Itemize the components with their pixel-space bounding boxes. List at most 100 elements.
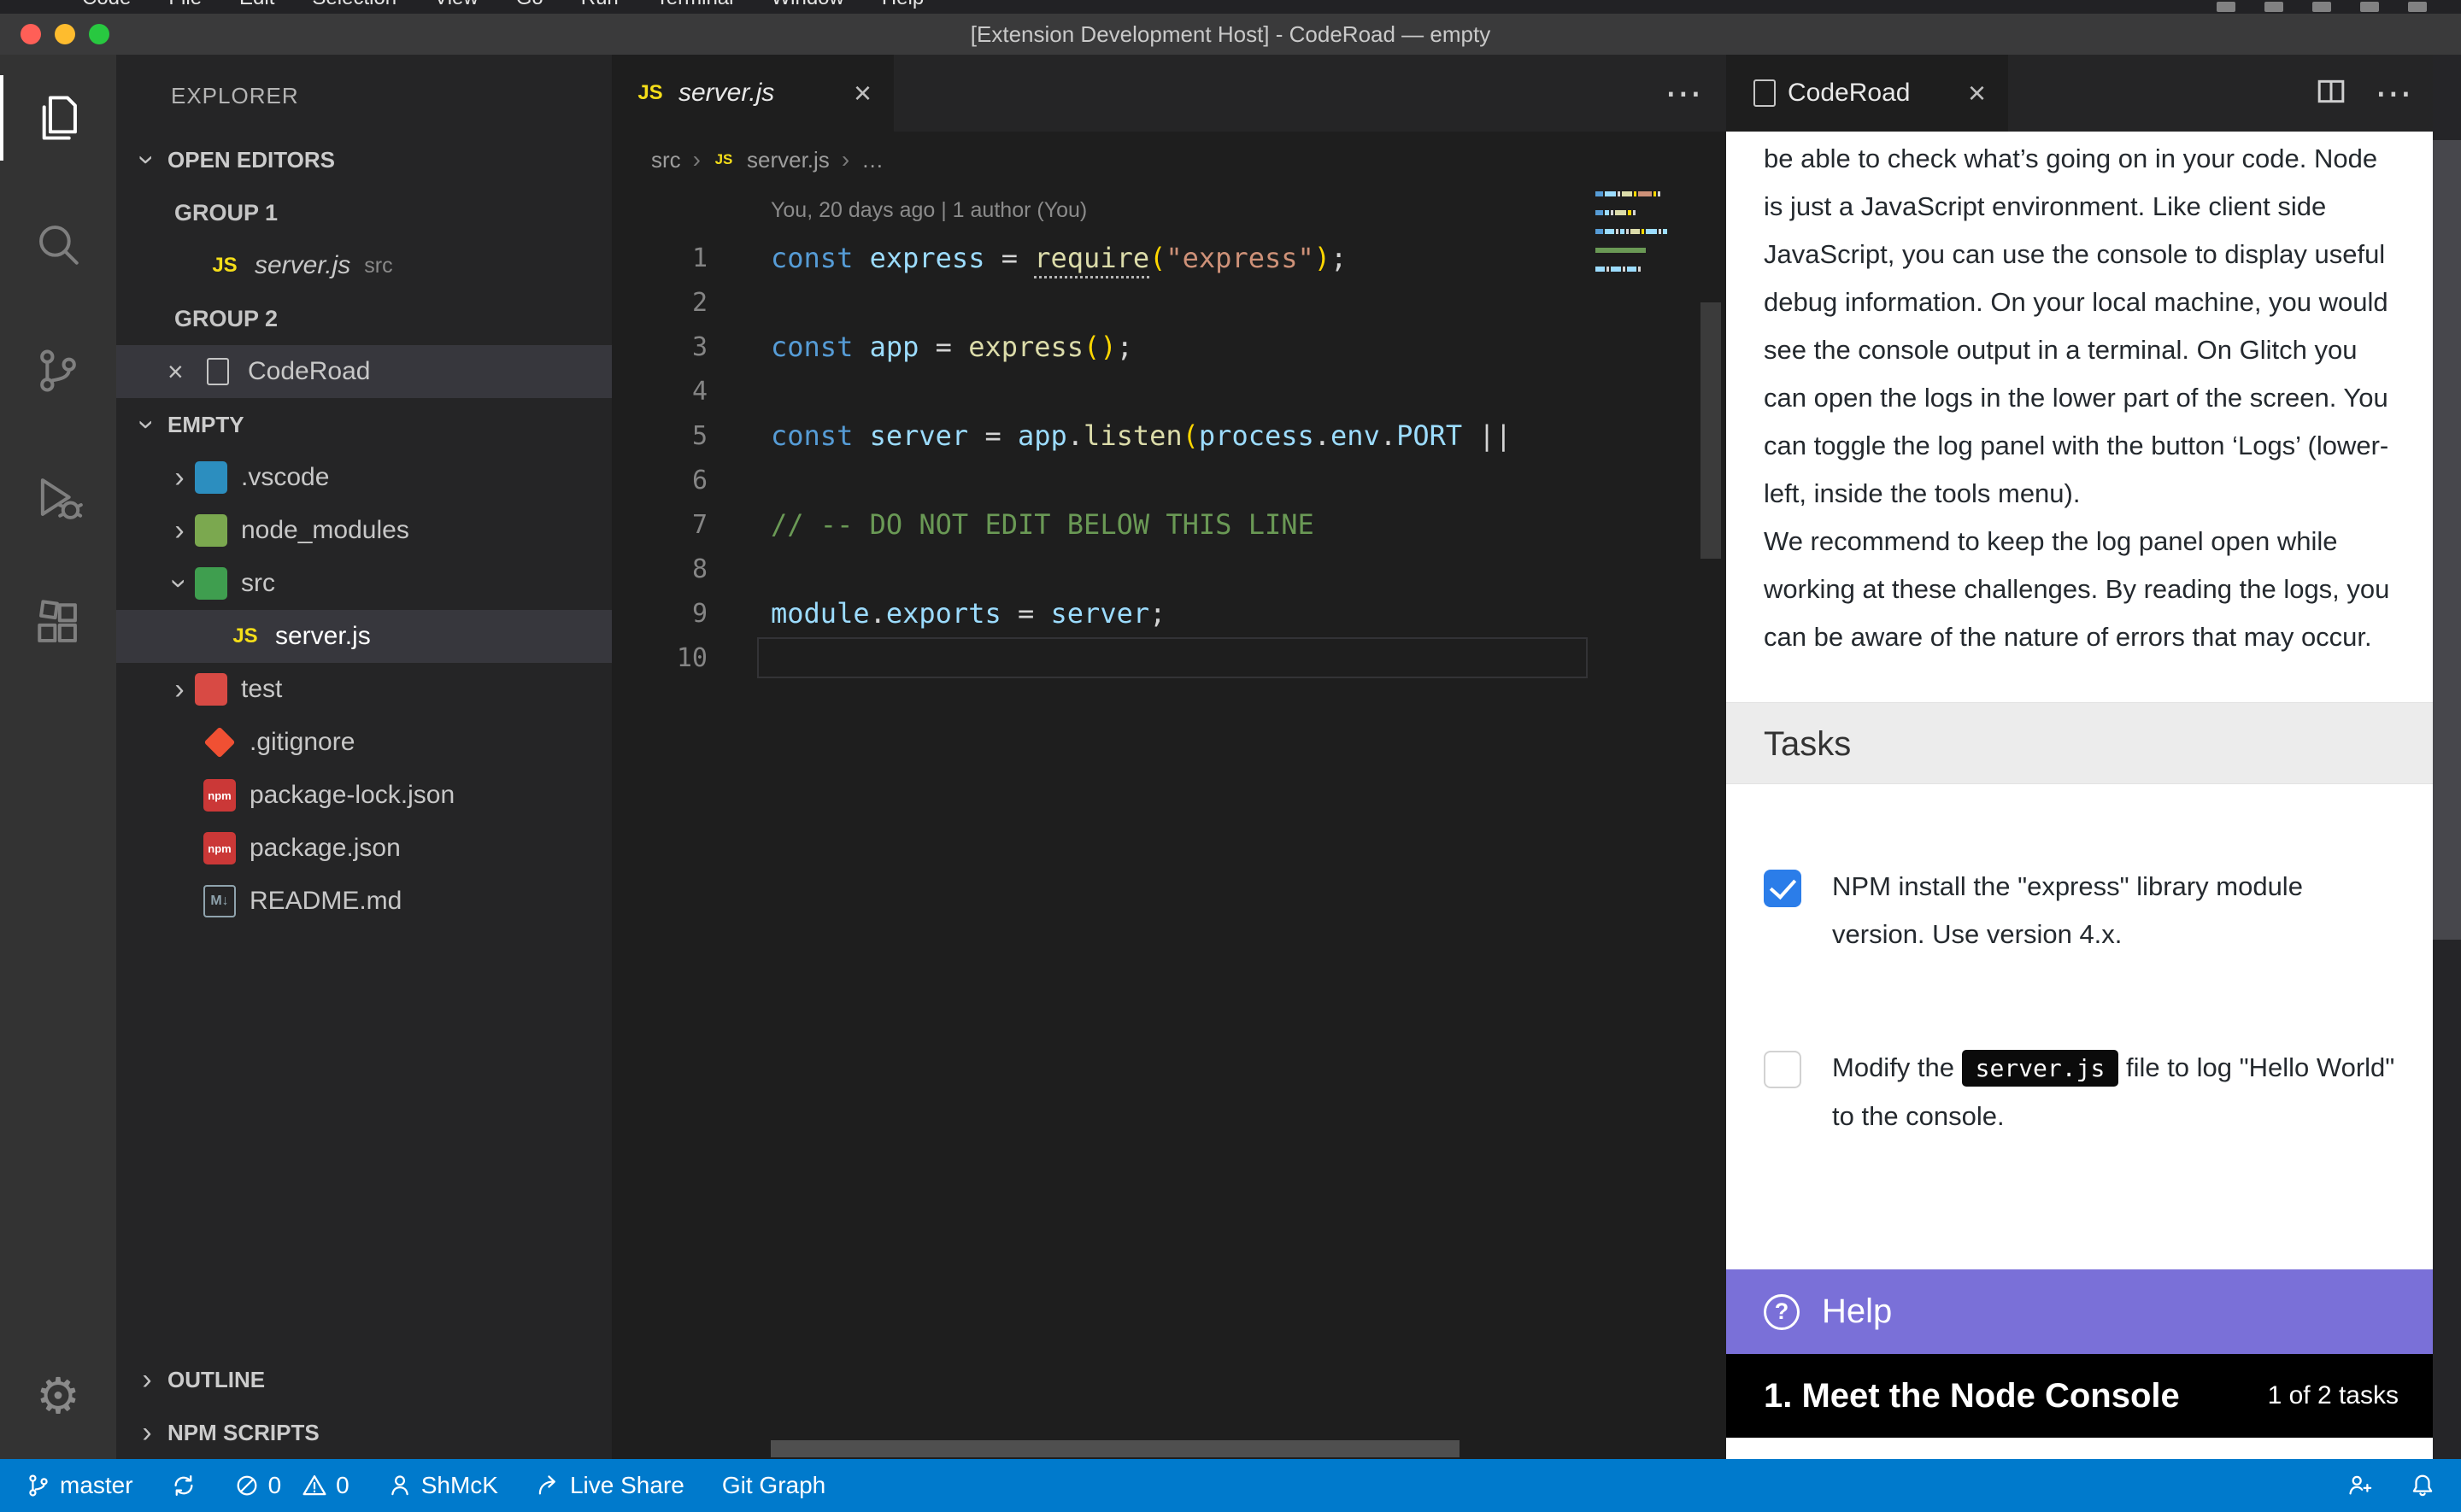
tree-item--vscode[interactable]: ›.vscode — [116, 451, 612, 504]
close-icon[interactable]: × — [167, 356, 202, 388]
open-editors-label: OPEN EDITORS — [167, 147, 335, 173]
breadcrumb-symbol[interactable]: … — [861, 147, 884, 173]
minimap-line — [1595, 238, 1667, 243]
panel-more-actions-icon[interactable]: ⋯ — [2375, 72, 2412, 115]
tab-label: server.js — [678, 79, 774, 108]
file-tree: ›.vscode›node_modules›srcserver.js›test.… — [116, 451, 612, 928]
editor-tab-bar: server.js × ⋯ — [612, 55, 1726, 132]
warnings-icon — [302, 1473, 327, 1498]
tree-item-readme-md[interactable]: README.md — [116, 875, 612, 928]
tree-item-server-js[interactable]: server.js — [116, 610, 612, 663]
code-line-4[interactable]: 4 — [612, 369, 1726, 413]
task-checkbox-checked[interactable] — [1764, 870, 1801, 907]
account-status[interactable]: ShMcK — [387, 1472, 498, 1499]
line-number: 4 — [612, 377, 708, 407]
open-editor-coderoad[interactable]: × CodeRoad — [116, 345, 612, 398]
tree-item--gitignore[interactable]: .gitignore — [116, 716, 612, 769]
tab-coderoad[interactable]: CodeRoad × — [1726, 55, 2008, 132]
minimap-line — [1595, 257, 1667, 262]
breadcrumb-separator-icon: › — [693, 146, 701, 173]
codelens-annotation[interactable]: You, 20 days ago | 1 author (You) — [771, 198, 1087, 223]
sync-status[interactable] — [171, 1473, 197, 1498]
git-branch-status[interactable]: master — [26, 1472, 133, 1499]
minimap[interactable] — [1590, 191, 1667, 285]
panel-scrollbar[interactable] — [2433, 55, 2461, 1459]
tree-item-test[interactable]: ›test — [116, 663, 612, 716]
status-icon — [2217, 2, 2235, 12]
file-name: src — [241, 569, 275, 598]
breadcrumb-folder[interactable]: src — [651, 147, 681, 173]
breadcrumb-file[interactable]: server.js — [747, 147, 830, 173]
close-window-button[interactable] — [21, 24, 41, 44]
minimap-line — [1595, 220, 1667, 225]
menu-go[interactable]: Go — [516, 0, 543, 14]
tree-item-src[interactable]: ›src — [116, 557, 612, 610]
code-line-8[interactable]: 8 — [612, 547, 1726, 591]
help-icon: ? — [1764, 1294, 1800, 1330]
outline-section-header[interactable]: › OUTLINE — [116, 1353, 612, 1406]
menu-help[interactable]: Help — [882, 0, 924, 14]
editor-more-actions-icon[interactable]: ⋯ — [1665, 55, 1702, 132]
code-editor[interactable]: You, 20 days ago | 1 author (You) 1const… — [612, 188, 1726, 1459]
menu-file[interactable]: File — [168, 0, 202, 14]
close-tab-icon[interactable]: × — [1942, 75, 1986, 111]
live-share-status[interactable]: Live Share — [536, 1472, 684, 1499]
tab-server-js[interactable]: server.js × — [612, 55, 894, 132]
task-checkbox-unchecked[interactable] — [1764, 1051, 1801, 1088]
code-line-5[interactable]: 5const server = app.listen(process.env.P… — [612, 413, 1726, 458]
notifications-bell-icon[interactable] — [2410, 1473, 2435, 1498]
panel-scrollbar-thumb[interactable] — [2433, 140, 2461, 940]
lesson-paragraph: We recommend to keep the log panel open … — [1764, 518, 2393, 661]
settings-gear-icon[interactable]: ⚙ — [0, 1345, 116, 1447]
file-name: test — [241, 675, 282, 704]
problems-status[interactable]: 0 0 — [234, 1472, 349, 1499]
code-line-6[interactable]: 6 — [612, 458, 1726, 502]
menu-edit[interactable]: Edit — [239, 0, 274, 14]
breadcrumb[interactable]: src › server.js › … — [612, 132, 1726, 188]
close-tab-icon[interactable]: × — [828, 75, 872, 111]
source-control-icon[interactable] — [0, 308, 116, 434]
run-debug-icon[interactable] — [0, 434, 116, 560]
menu-window[interactable]: Window — [771, 0, 843, 14]
menu-view[interactable]: View — [434, 0, 479, 14]
open-editors-header[interactable]: › OPEN EDITORS — [116, 133, 612, 186]
code-line-2[interactable]: 2 — [612, 280, 1726, 325]
code-line-10[interactable]: 10 — [612, 636, 1726, 680]
code-line-7[interactable]: 7// -- DO NOT EDIT BELOW THIS LINE — [612, 502, 1726, 547]
npm-file-icon — [203, 779, 236, 812]
line-number: 10 — [612, 643, 708, 673]
code-line-9[interactable]: 9module.exports = server; — [612, 591, 1726, 636]
code-line-1[interactable]: 1const express = require("express"); — [612, 236, 1726, 280]
editor-vertical-scrollbar[interactable] — [1700, 302, 1721, 559]
line-number: 8 — [612, 554, 708, 584]
chevron-right-icon: › — [132, 1418, 162, 1447]
search-icon[interactable] — [0, 181, 116, 308]
line-number: 9 — [612, 599, 708, 629]
lesson-footer[interactable]: 1. Meet the Node Console 1 of 2 tasks — [1726, 1354, 2433, 1438]
npm-scripts-section-header[interactable]: › NPM SCRIPTS — [116, 1406, 612, 1459]
git-graph-status[interactable]: Git Graph — [722, 1472, 825, 1499]
feedback-icon[interactable] — [2346, 1473, 2372, 1498]
open-editor-server-js[interactable]: server.js src — [116, 239, 612, 292]
code-lines[interactable]: 1const express = require("express");23co… — [612, 236, 1726, 680]
window-title: [Extension Development Host] - CodeRoad … — [0, 21, 2461, 48]
split-editor-icon[interactable] — [2317, 77, 2346, 110]
tree-item-package-lock-json[interactable]: package-lock.json — [116, 769, 612, 822]
coderoad-content: be able to check what’s going on in your… — [1726, 132, 2433, 1459]
menu-selection[interactable]: Selection — [312, 0, 396, 14]
menu-code[interactable]: Code — [82, 0, 131, 14]
workspace-section-header[interactable]: › EMPTY — [116, 398, 612, 451]
extensions-icon[interactable] — [0, 560, 116, 687]
editor-horizontal-scrollbar[interactable] — [771, 1440, 1460, 1457]
minimize-window-button[interactable] — [55, 24, 75, 44]
minimap-line — [1595, 276, 1667, 281]
help-bar[interactable]: ? Help — [1726, 1269, 2433, 1354]
menu-run[interactable]: Run — [581, 0, 619, 14]
tree-item-node-modules[interactable]: ›node_modules — [116, 504, 612, 557]
tree-item-package-json[interactable]: package.json — [116, 822, 612, 875]
zoom-window-button[interactable] — [89, 24, 109, 44]
explorer-icon[interactable] — [0, 55, 116, 181]
code-line-3[interactable]: 3const app = express(); — [612, 325, 1726, 369]
menu-terminal[interactable]: Terminal — [656, 0, 734, 14]
src-folder-icon — [195, 567, 227, 600]
